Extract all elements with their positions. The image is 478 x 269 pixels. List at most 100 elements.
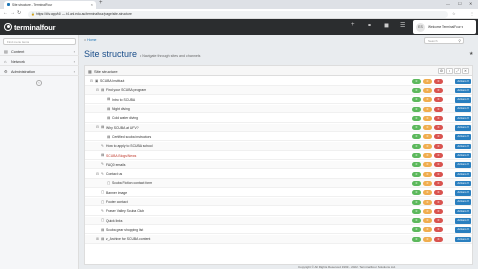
section-name-link[interactable]: SCUBA Instituut bbox=[100, 79, 124, 83]
approved-count-badge[interactable]: 0 bbox=[412, 153, 421, 159]
minimize-icon[interactable]: — bbox=[446, 1, 450, 6]
sidebar-item-network[interactable]: ⌂ Network › bbox=[0, 57, 79, 66]
expand-toggle-icon[interactable]: ⊞ bbox=[96, 237, 99, 241]
inactive-count-badge[interactable]: 0 bbox=[434, 190, 443, 196]
actions-dropdown-button[interactable]: Actions ▾ bbox=[455, 87, 471, 94]
pending-count-badge[interactable]: 0 bbox=[423, 236, 432, 242]
approved-count-badge[interactable]: 0 bbox=[412, 115, 421, 121]
inactive-count-badge[interactable]: 0 bbox=[434, 236, 443, 242]
actions-dropdown-button[interactable]: Actions ▾ bbox=[455, 190, 471, 196]
tree-row[interactable]: ✎ FAQ0 emails 0 0 0 Actions ▾ bbox=[85, 160, 472, 170]
actions-dropdown-button[interactable]: Actions ▾ bbox=[455, 134, 471, 140]
actions-dropdown-button[interactable]: Actions ▾ bbox=[455, 180, 471, 187]
sidebar-item-administration[interactable]: ⚙ Administration › bbox=[0, 67, 79, 76]
actions-dropdown-button[interactable]: Actions ▾ bbox=[455, 218, 471, 224]
maximize-icon[interactable]: ☐ bbox=[458, 1, 462, 6]
pending-count-badge[interactable]: 0 bbox=[423, 180, 432, 186]
tree-row[interactable]: ▢ Footer contact 0 0 0 Actions ▾ bbox=[85, 197, 472, 207]
pending-count-badge[interactable]: 0 bbox=[423, 208, 432, 214]
pending-count-badge[interactable]: 0 bbox=[423, 162, 432, 168]
inactive-count-badge[interactable]: 0 bbox=[434, 97, 443, 103]
inactive-count-badge[interactable]: 0 bbox=[434, 87, 443, 93]
actions-dropdown-button[interactable]: Actions ▾ bbox=[455, 106, 471, 112]
approved-count-badge[interactable]: 0 bbox=[412, 106, 421, 112]
panel-expand-button[interactable]: ⤢ bbox=[454, 68, 461, 74]
search-input[interactable]: Search ⚲ bbox=[424, 37, 464, 44]
approved-count-badge[interactable]: 0 bbox=[412, 125, 421, 131]
inactive-count-badge[interactable]: 0 bbox=[434, 153, 443, 159]
inactive-count-badge[interactable]: 0 bbox=[434, 125, 443, 131]
expand-toggle-icon[interactable]: ⊟ bbox=[96, 172, 99, 176]
pending-count-badge[interactable]: 0 bbox=[423, 143, 432, 149]
panel-settings-button[interactable]: ⚙ bbox=[438, 68, 445, 74]
section-name-link[interactable]: Fraser Valley Scuba Club bbox=[106, 209, 144, 213]
section-name-link[interactable]: How to apply to SCUBA school bbox=[106, 144, 153, 148]
browser-menu-icon[interactable]: ⋮ bbox=[470, 11, 474, 16]
panel-close-button[interactable]: ✕ bbox=[462, 68, 469, 74]
actions-dropdown-button[interactable]: Actions ▾ bbox=[455, 171, 471, 177]
expand-toggle-icon[interactable]: ⊟ bbox=[96, 88, 99, 92]
close-tab-icon[interactable]: × bbox=[91, 2, 93, 7]
tree-row[interactable]: ▤ Scuba gear shopping list 0 0 0 Actions ▾ bbox=[85, 226, 472, 235]
actions-dropdown-button[interactable]: Actions ▾ bbox=[455, 208, 471, 215]
user-menu[interactable]: ES Welcome TerminalFour ▾ bbox=[413, 20, 476, 34]
breadcrumb-home-link[interactable]: Home bbox=[87, 38, 96, 42]
section-name-link[interactable]: FAQ0 emails bbox=[106, 163, 125, 167]
inactive-count-badge[interactable]: 0 bbox=[434, 227, 443, 233]
section-name-link[interactable]: Contact us bbox=[106, 172, 122, 176]
inactive-count-badge[interactable]: 0 bbox=[434, 208, 443, 214]
messages-icon[interactable]: ◼ bbox=[384, 22, 389, 29]
pending-count-badge[interactable]: 0 bbox=[423, 190, 432, 196]
pending-count-badge[interactable]: 0 bbox=[423, 134, 432, 140]
pending-count-badge[interactable]: 0 bbox=[423, 171, 432, 177]
actions-dropdown-button[interactable]: Actions ▾ bbox=[455, 125, 471, 131]
approved-count-badge[interactable]: 0 bbox=[412, 162, 421, 168]
tree-row[interactable]: ▤ Intro to SCUBA 0 0 0 Actions ▾ bbox=[85, 96, 472, 105]
actions-dropdown-button[interactable]: Actions ▾ bbox=[455, 199, 471, 205]
actions-dropdown-button[interactable]: Actions ▾ bbox=[455, 162, 471, 168]
search-icon[interactable]: ⚲ bbox=[458, 39, 461, 43]
tree-row[interactable]: ⊟ ▣ SCUBA Instituut 0 0 0 Actions ▾ bbox=[85, 77, 472, 86]
sidebar-collapse-button[interactable]: ‹ bbox=[36, 80, 42, 86]
approved-count-badge[interactable]: 0 bbox=[412, 171, 421, 177]
actions-dropdown-button[interactable]: Actions ▾ bbox=[455, 143, 471, 150]
window-close-icon[interactable]: ✕ bbox=[469, 1, 472, 6]
inactive-count-badge[interactable]: 0 bbox=[434, 134, 443, 140]
pending-count-badge[interactable]: 0 bbox=[423, 115, 432, 121]
sidebar-item-content[interactable]: ▤ Content › bbox=[0, 47, 79, 56]
bookmark-star-icon[interactable]: ☆ bbox=[452, 11, 456, 16]
sitemap-icon[interactable]: ⚭ bbox=[367, 22, 372, 29]
tree-row[interactable]: ✎ Fraser Valley Scuba Club 0 0 0 Actions ▾ bbox=[85, 207, 472, 216]
new-tab-icon[interactable]: + bbox=[99, 0, 103, 6]
approved-count-badge[interactable]: 0 bbox=[412, 97, 421, 103]
inactive-count-badge[interactable]: 0 bbox=[434, 106, 443, 112]
pending-count-badge[interactable]: 0 bbox=[423, 218, 432, 224]
section-name-link[interactable]: Intro to SCUBA bbox=[112, 98, 135, 102]
tree-row[interactable]: ⊞ ▤ z_Archive for SCUBA content 0 0 0 Actions … bbox=[85, 235, 472, 244]
actions-dropdown-button[interactable]: Actions ▾ bbox=[455, 152, 471, 159]
forward-icon[interactable]: → bbox=[10, 10, 15, 16]
inactive-count-badge[interactable]: 0 bbox=[434, 143, 443, 149]
section-name-link[interactable]: Banner image bbox=[106, 191, 127, 195]
approved-count-badge[interactable]: 0 bbox=[412, 190, 421, 196]
section-name-link[interactable]: Why SCUBA at UFV? bbox=[106, 126, 139, 130]
tree-row[interactable]: ▢ Quick links 0 0 0 Actions ▾ bbox=[85, 216, 472, 225]
browser-tab[interactable]: Site structure - TerminalFour × bbox=[4, 1, 96, 9]
section-name-link[interactable]: Night diving bbox=[112, 107, 130, 111]
pending-count-badge[interactable]: 0 bbox=[423, 125, 432, 131]
tree-row[interactable]: ▤ Night diving 0 0 0 Actions ▾ bbox=[85, 104, 472, 114]
pending-count-badge[interactable]: 0 bbox=[423, 78, 432, 84]
actions-dropdown-button[interactable]: Actions ▾ bbox=[455, 227, 471, 233]
logo[interactable]: terminalfour bbox=[4, 22, 56, 32]
section-name-link[interactable]: z_Archive for SCUBA content bbox=[106, 237, 150, 241]
tree-row[interactable]: ▢ Banner image 0 0 0 Actions ▾ bbox=[85, 189, 472, 198]
tree-row[interactable]: ⊟ ✎ Contact us 0 0 0 Actions ▾ bbox=[85, 170, 472, 179]
actions-dropdown-button[interactable]: Actions ▾ bbox=[455, 97, 471, 103]
actions-dropdown-button[interactable]: Actions ▾ bbox=[455, 78, 471, 84]
approved-count-badge[interactable]: 0 bbox=[412, 236, 421, 242]
approved-count-badge[interactable]: 0 bbox=[412, 199, 421, 205]
pending-count-badge[interactable]: 0 bbox=[423, 87, 432, 93]
tree-row[interactable]: ▤ Cold water diving 0 0 0 Actions ▾ bbox=[85, 114, 472, 123]
actions-dropdown-button[interactable]: Actions ▾ bbox=[455, 236, 471, 243]
pending-count-badge[interactable]: 0 bbox=[423, 106, 432, 112]
